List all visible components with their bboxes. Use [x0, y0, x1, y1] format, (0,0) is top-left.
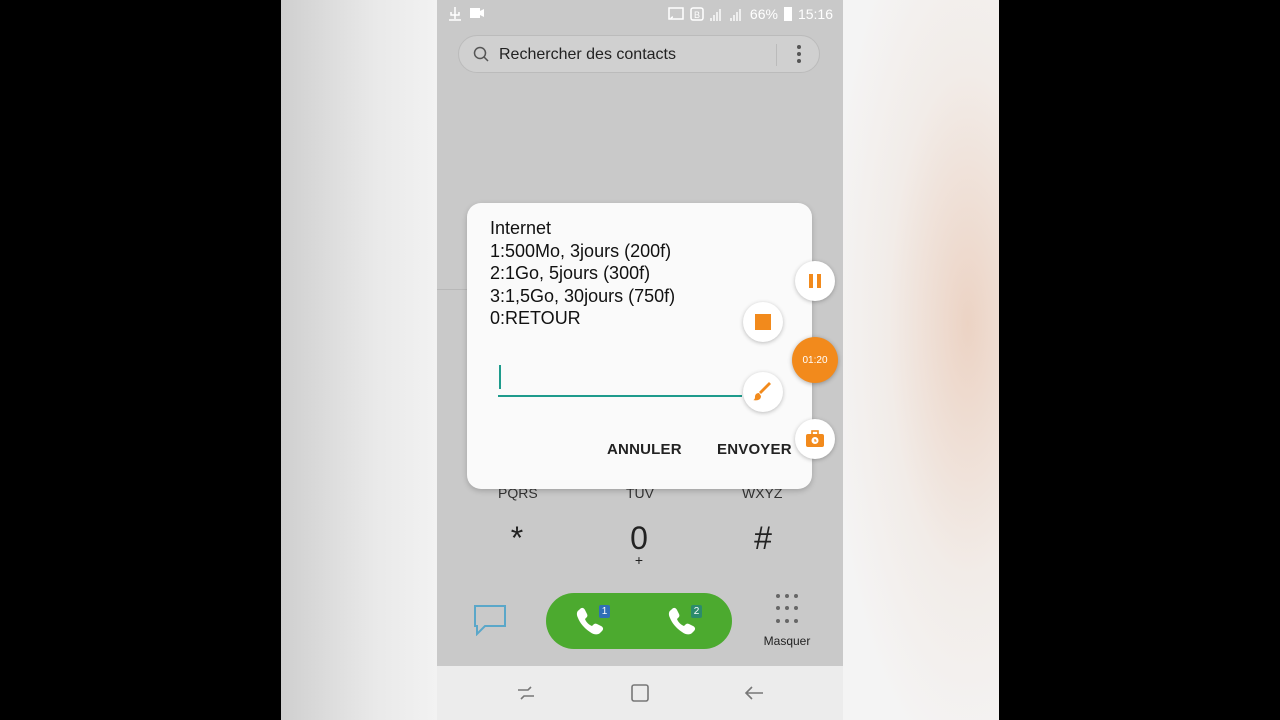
call-sim1-button[interactable]: 1: [572, 603, 612, 639]
key-star[interactable]: *: [487, 520, 547, 557]
key-0[interactable]: 0 +: [609, 520, 669, 568]
back-icon[interactable]: [743, 682, 765, 704]
svg-text:B: B: [694, 10, 700, 20]
recent-apps-icon[interactable]: [515, 682, 537, 704]
search-input[interactable]: Rechercher des contacts: [499, 46, 676, 64]
cast-icon: [668, 7, 684, 20]
hide-dialpad-label: Masquer: [763, 634, 811, 648]
toolbox-icon: [806, 430, 824, 447]
ussd-reply-input[interactable]: [498, 359, 742, 397]
usb-icon: [449, 7, 461, 21]
data-saver-icon: B: [690, 7, 704, 21]
ussd-line: Internet: [490, 218, 552, 238]
status-bar: B 66% 15:16: [437, 0, 843, 30]
text-cursor: [499, 365, 501, 389]
signal-sim1-icon: [709, 7, 724, 21]
ussd-line: 1:500Mo, 3jours (200f): [490, 240, 672, 261]
ussd-line: 2:1Go, 5jours (300f): [490, 263, 651, 284]
sim1-badge: 1: [599, 605, 610, 618]
hide-dialpad-button[interactable]: Masquer: [759, 594, 815, 654]
left-backdrop: [281, 0, 437, 720]
key-0-sub: +: [634, 552, 644, 568]
more-options-icon[interactable]: [789, 44, 809, 64]
battery-icon: [783, 7, 792, 21]
ussd-line: 0:RETOUR: [490, 308, 581, 329]
pause-recording-button[interactable]: [795, 261, 835, 301]
draw-button[interactable]: [743, 372, 783, 412]
navigation-bar: [437, 666, 843, 720]
left-letterbox: [0, 0, 281, 720]
list-divider: [437, 289, 467, 290]
toolbox-button[interactable]: [795, 419, 835, 459]
stop-icon: [755, 314, 771, 330]
brush-icon: [753, 382, 771, 401]
key-hash[interactable]: #: [733, 520, 793, 557]
signal-sim2-icon: [729, 7, 744, 21]
battery-percent: 66%: [749, 6, 778, 22]
dialpad-grid-icon: [774, 594, 800, 626]
right-backdrop: [843, 0, 999, 720]
right-letterbox: [999, 0, 1280, 720]
message-icon[interactable]: [473, 604, 507, 636]
home-icon[interactable]: [629, 682, 651, 704]
cancel-button[interactable]: ANNULER: [607, 441, 682, 458]
search-icon: [473, 46, 489, 62]
dialpad-bottom-row: * 0 + #: [437, 520, 843, 570]
video-recording-icon: [470, 8, 484, 18]
pause-icon: [809, 274, 821, 288]
ussd-dialog: Internet 1:500Mo, 3jours (200f) 2:1Go, 5…: [467, 203, 812, 489]
ussd-message: Internet 1:500Mo, 3jours (200f) 2:1Go, 5…: [490, 217, 675, 330]
phone-screen: B 66% 15:16 Rechercher des contacts PQRS…: [437, 0, 843, 720]
clock: 15:16: [797, 6, 833, 22]
call-sim2-button[interactable]: 2: [664, 603, 704, 639]
stop-recording-button[interactable]: [743, 302, 783, 342]
search-divider: [776, 44, 777, 66]
sim2-badge: 2: [691, 605, 702, 618]
contact-search-bar[interactable]: Rechercher des contacts: [458, 35, 820, 73]
ussd-line: 3:1,5Go, 30jours (750f): [490, 285, 676, 306]
send-button[interactable]: ENVOYER: [717, 441, 792, 458]
recording-timer[interactable]: 01:20: [792, 337, 838, 383]
call-buttons: 1 2: [546, 593, 732, 649]
recording-timer-text: 01:20: [802, 354, 828, 366]
